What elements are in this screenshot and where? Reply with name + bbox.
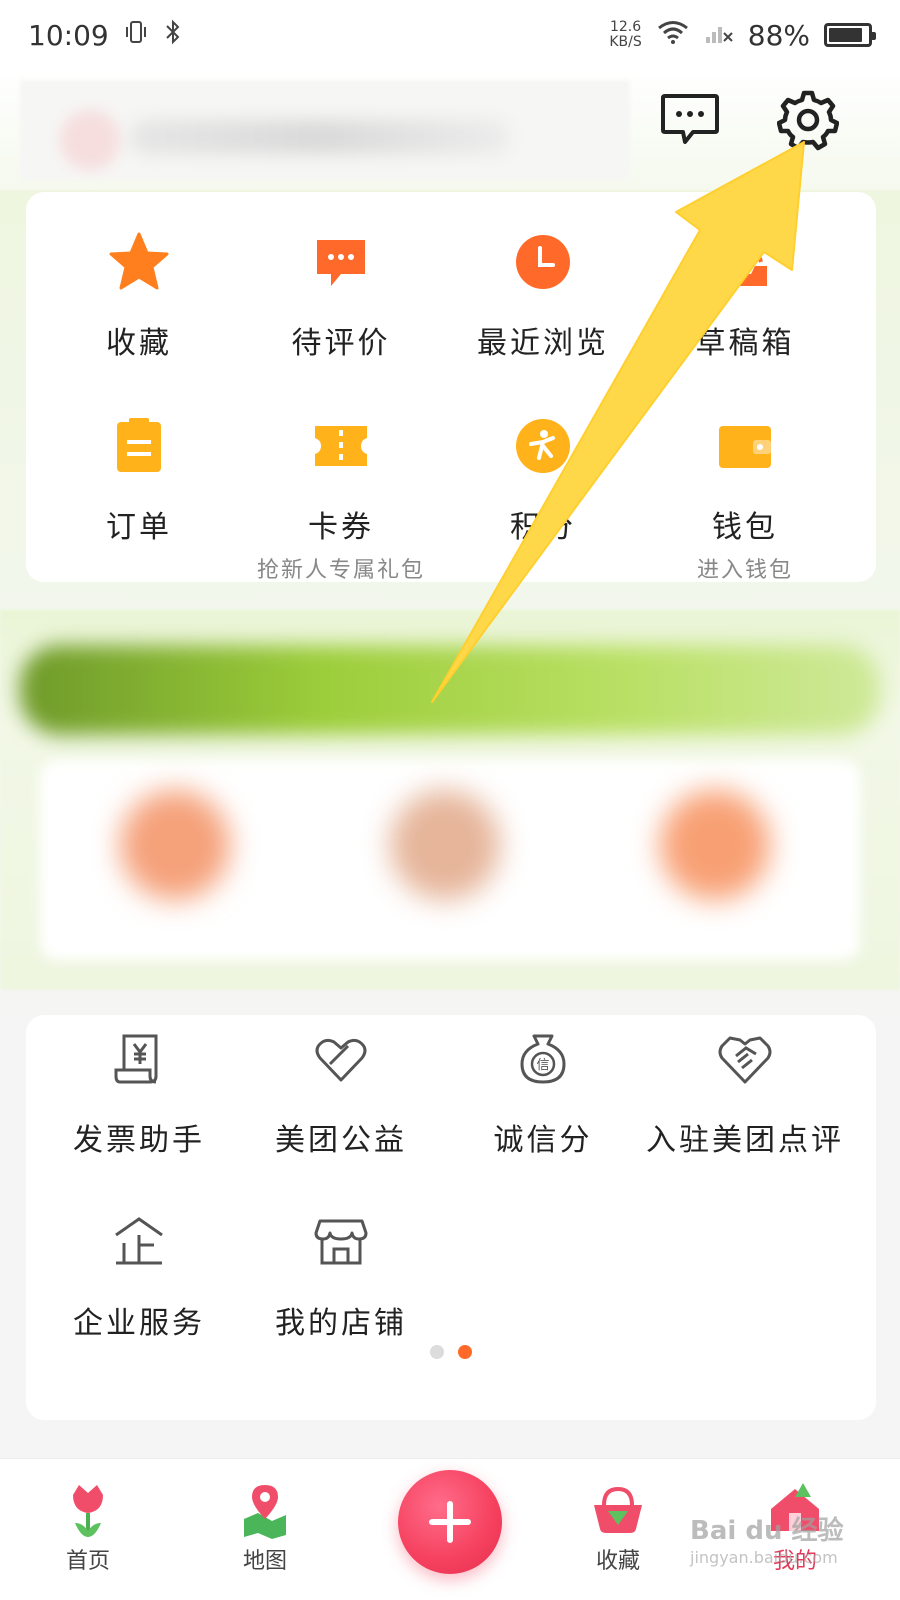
shortcut-coupons[interactable]: 卡券 抢新人专属礼包 [236,414,446,584]
shop-icon [309,1210,373,1274]
service-label: 入驻美团点评 [646,1123,844,1158]
nav-label: 收藏 [595,1549,640,1574]
shortcut-label: 钱包 [712,510,778,545]
shortcut-drafts[interactable]: 草稿箱 [640,230,850,362]
battery-fill [829,28,863,42]
map-pin-icon [235,1479,295,1539]
draft-icon [713,230,777,294]
clock-icon [511,230,575,294]
nav-label: 首页 [65,1549,110,1574]
shortcut-wallet[interactable]: 钱包 进入钱包 [640,414,850,584]
service-label: 诚信分 [493,1123,593,1158]
shortcut-label: 订单 [106,510,172,545]
invoice-icon [107,1027,171,1091]
shortcut-label: 待评价 [291,326,391,361]
avatar[interactable] [60,110,120,170]
nav-label: 地图 [242,1549,287,1574]
service-card: 发票助手 美团公益 信 诚信分 入驻美团点评 企业服务 我的店铺 [26,1015,876,1420]
nav-favorites[interactable]: 收藏 [558,1479,678,1575]
service-enterprise[interactable]: 企业服务 [34,1210,244,1342]
shortcut-label: 卡券 [308,510,374,545]
service-my-shop[interactable]: 我的店铺 [236,1210,446,1342]
comment-icon [309,230,373,294]
gear-icon[interactable] [773,85,843,155]
nav-map[interactable]: 地图 [205,1479,325,1575]
publish-plus-button[interactable] [398,1470,502,1574]
charity-icon [309,1027,373,1091]
page-indicator [26,1345,876,1359]
watermark-brand: Bai du 经验 [690,1516,844,1546]
order-icon [107,414,171,478]
shortcut-label: 最近浏览 [477,326,609,361]
promo-banner-title-blurred [20,645,880,735]
basket-icon [588,1479,648,1539]
service-credit[interactable]: 信 诚信分 [438,1027,648,1159]
net-speed-unit: KB/S [609,34,642,50]
shortcut-label: 草稿箱 [695,326,795,361]
star-icon [107,230,171,294]
shortcut-label: 收藏 [106,326,172,361]
page-dot-active[interactable] [458,1345,472,1359]
wifi-icon [656,19,690,52]
service-label: 我的店铺 [275,1306,407,1341]
message-icon[interactable] [655,85,725,155]
watermark-url: jingyan.baidu.com [690,1548,838,1567]
profile-header [0,70,900,190]
promo-item-image[interactable] [390,790,500,900]
service-join-merchant[interactable]: 入驻美团点评 [640,1027,850,1159]
tulip-icon [58,1479,118,1539]
status-time: 10:09 [28,18,109,52]
username-blurred [130,120,510,154]
promo-item-image[interactable] [120,790,230,900]
service-label: 发票助手 [73,1123,205,1158]
shortcut-recent[interactable]: 最近浏览 [438,230,648,362]
service-label: 美团公益 [275,1123,407,1158]
shortcut-label: 积分 [510,510,576,545]
battery-percent: 88% [747,18,810,52]
promo-item-image[interactable] [660,790,770,900]
service-label: 企业服务 [73,1306,205,1341]
bluetooth-icon [163,19,183,52]
handshake-icon [713,1027,777,1091]
shortcut-pending-review[interactable]: 待评价 [236,230,446,362]
shortcut-sub: 抢新人专属礼包 [256,558,425,583]
shortcut-orders[interactable]: 订单 [34,414,244,546]
shortcut-points[interactable]: 积分 [438,414,648,546]
shortcut-favorites[interactable]: 收藏 [34,230,244,362]
enterprise-icon [107,1210,171,1274]
promo-banner[interactable] [0,610,900,990]
service-charity[interactable]: 美团公益 [236,1027,446,1159]
profile-blurred[interactable] [20,80,630,180]
signal-icon [704,19,734,52]
svg-text:信: 信 [536,1058,549,1073]
credit-icon: 信 [511,1027,575,1091]
shortcut-sub: 进入钱包 [696,558,793,583]
net-speed-value: 12.6 [609,19,642,35]
status-left: 10:09 [28,19,183,52]
status-bar: 10:09 12.6 KB/S 88% [0,0,900,70]
wallet-icon [713,414,777,478]
nav-home[interactable]: 首页 [28,1479,148,1575]
net-speed: 12.6 KB/S [609,20,641,50]
ticket-icon [309,414,373,478]
service-invoice[interactable]: 发票助手 [34,1027,244,1159]
status-right: 12.6 KB/S 88% [609,18,876,52]
vibrate-icon [123,19,149,52]
shortcut-card: 收藏 待评价 最近浏览 草稿箱 订单 卡券 抢新人专属礼包 积分 钱包 进入钱包 [26,192,876,584]
points-icon [511,414,575,478]
battery-icon [824,23,876,47]
plus-icon [429,1501,471,1543]
page-dot[interactable] [430,1345,444,1359]
